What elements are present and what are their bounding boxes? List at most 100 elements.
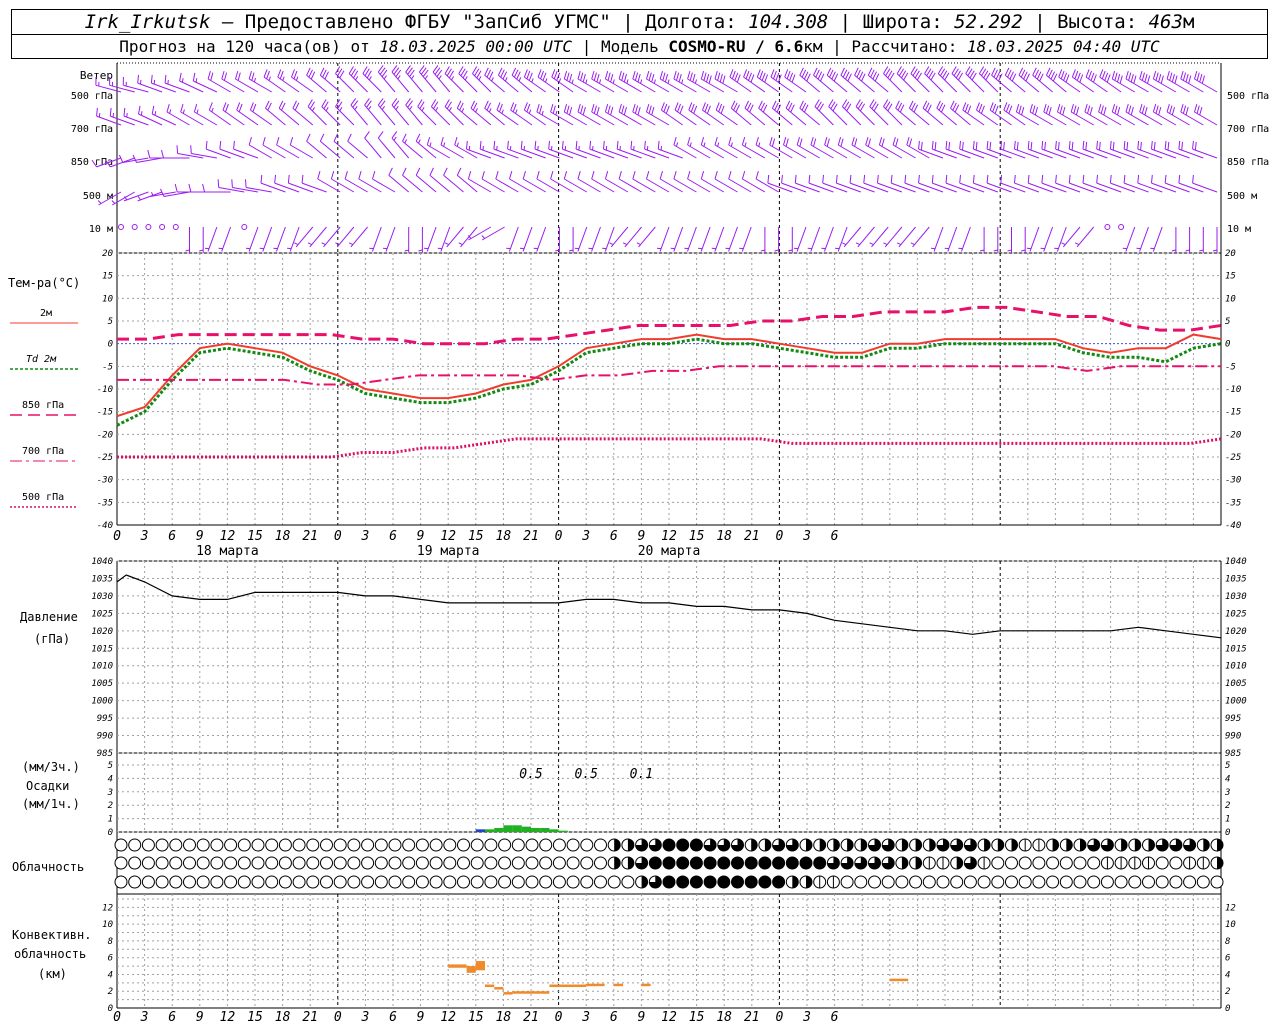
- temp-y-tick: 5: [108, 317, 113, 327]
- precip-bar: [558, 830, 568, 832]
- conv-tick-label: 9: [637, 1010, 645, 1024]
- cloud-cover-symbol: [539, 838, 553, 852]
- wind-level-500m: 500 м: [83, 191, 113, 202]
- cloud-cover-symbol: [580, 838, 594, 852]
- cloud-cover-symbol: [429, 856, 443, 870]
- cloud-cover-symbol: [306, 856, 320, 870]
- wind-barb: [574, 226, 588, 252]
- temp-y-tick: 10: [102, 294, 113, 304]
- cloud-cover-symbol: [703, 875, 717, 889]
- temp-tick-label: 12: [220, 529, 236, 544]
- cloud-cover-symbol: [689, 856, 703, 870]
- cloud-cover-half: [901, 839, 908, 851]
- cloud-cover-symbol: [361, 838, 375, 852]
- pres-y-tick: 985: [97, 749, 113, 759]
- cloud-cover-half: [1217, 839, 1223, 851]
- temp-y-tick: 0: [108, 340, 113, 350]
- temp-y-tick-right: 15: [1225, 272, 1236, 282]
- wind-barb: [248, 136, 272, 159]
- cloud-cover-symbol: [224, 856, 238, 870]
- cloud-cover-symbol: [1128, 875, 1142, 889]
- precip-bar: [485, 829, 495, 832]
- cloud-cover-symbol: [1155, 875, 1169, 889]
- wind-barb: [137, 191, 163, 202]
- cloud-cover-half: [1217, 857, 1223, 869]
- cloud-cover-symbol: [566, 856, 580, 870]
- cloud-cover-symbol: [511, 875, 525, 889]
- cloud-cover-symbol: [347, 875, 361, 889]
- temp-y-tick-right: -20: [1225, 430, 1241, 440]
- cloud-cover-symbol: [141, 838, 155, 852]
- conv-tick-label: 18: [275, 1010, 291, 1024]
- cloud-cover-symbol: [648, 856, 662, 870]
- cloud-cover-symbol: [292, 856, 306, 870]
- cloud-cover-symbol: [128, 856, 142, 870]
- temp-tick-label: 3: [360, 529, 369, 544]
- temp-y-tick-right: 5: [1225, 317, 1230, 327]
- conv-tick-label: 3: [802, 1010, 811, 1024]
- wind-barb: [793, 226, 807, 252]
- wind-barb: [1122, 226, 1136, 252]
- conv-tick-label: 18: [716, 1010, 732, 1024]
- cloud-cover-symbol: [1005, 875, 1018, 889]
- wind-barb: [138, 105, 163, 126]
- day-label: 18 марта: [196, 544, 259, 559]
- conv-y-tick-right: 4: [1225, 970, 1230, 980]
- cloud-cover-half: [627, 857, 634, 869]
- conv-tick-label: 3: [360, 1010, 369, 1024]
- conv-tick-label: 21: [523, 1010, 539, 1024]
- cloud-cover-half: [984, 839, 991, 851]
- wind-calm-mark: [172, 224, 179, 230]
- wind-barb: [278, 100, 300, 126]
- temp-tick-label: 15: [247, 529, 263, 544]
- conv-tick-label: 21: [744, 1010, 760, 1024]
- temp-y-tick-right: 20: [1225, 249, 1236, 259]
- cloud-cover-symbol: [1087, 875, 1101, 889]
- cloud-cover-symbol: [703, 856, 717, 870]
- cloud-cover-half: [833, 839, 840, 851]
- cloud-cover-symbol: [881, 875, 895, 889]
- temp-tick-label: 15: [468, 529, 484, 544]
- wind-barb: [771, 100, 793, 126]
- cloud-cover-symbol: [251, 838, 265, 852]
- temp-y-tick-right: -5: [1225, 362, 1236, 372]
- temp-y-tick: -35: [97, 498, 113, 508]
- conv-y-tick: 4: [108, 970, 113, 980]
- cloud-cover-symbol: [1142, 875, 1155, 889]
- wind-barb: [362, 66, 382, 93]
- wind-barb: [369, 226, 382, 252]
- pres-y-tick-right: 1035: [1225, 574, 1247, 584]
- temp-tick-label: 9: [196, 529, 204, 544]
- temp-tick-label: 12: [440, 529, 456, 544]
- wind-barb: [456, 167, 478, 193]
- cloud-cover-symbol: [1018, 875, 1032, 889]
- pres-y-tick: 1005: [91, 679, 113, 689]
- pres-y-tick-right: 1025: [1225, 609, 1247, 619]
- cloud-cover-symbol: [922, 875, 936, 889]
- pres-y-tick: 1010: [91, 662, 113, 672]
- pres-y-tick-right: 990: [1225, 732, 1241, 742]
- wind-barb: [788, 227, 793, 253]
- cloud-cover-symbol: [306, 838, 320, 852]
- temp-y-tick: -15: [97, 408, 113, 418]
- temp-tick-label: 3: [581, 529, 590, 544]
- conv-y-tick-right: 10: [1225, 920, 1236, 930]
- cloud-cover-symbol: [237, 875, 251, 889]
- cloud-cover-symbol: [484, 856, 498, 870]
- wind-barb: [711, 226, 725, 252]
- temp-y-tick: -5: [102, 362, 113, 372]
- precip-bar: [531, 827, 541, 832]
- wind-barb: [979, 227, 985, 253]
- prec-y-tick: 2: [108, 801, 113, 811]
- wind-barb: [922, 100, 944, 126]
- cloud-cover-symbol: [936, 875, 950, 889]
- temp-tick-label: 3: [140, 529, 149, 544]
- wind-barb: [205, 140, 231, 159]
- cloud-cover-symbol: [114, 856, 128, 870]
- cloud-cover-symbol: [128, 838, 142, 852]
- prec-y-tick: 0: [108, 828, 113, 838]
- cloud-cover-symbol: [758, 856, 772, 870]
- cloud-cover-symbol: [429, 875, 443, 889]
- wind-barb: [405, 65, 423, 93]
- temp-tick-label: 18: [496, 529, 512, 544]
